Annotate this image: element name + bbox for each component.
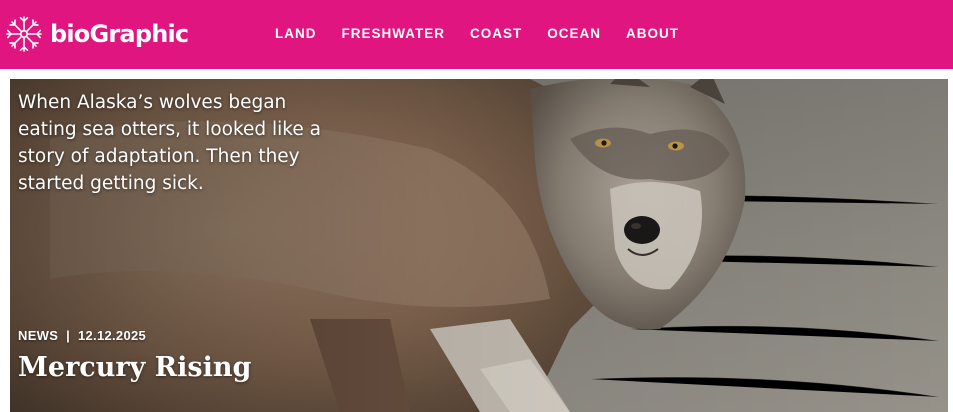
nav-link-about[interactable]: ABOUT	[626, 26, 679, 42]
nav-link-ocean[interactable]: OCEAN	[547, 26, 601, 42]
story-meta: NEWS | 12.12.2025	[18, 328, 146, 343]
site-logo[interactable]: bioGraphic	[4, 13, 189, 55]
nav-link-coast[interactable]: COAST	[470, 26, 522, 42]
story-date: 12.12.2025	[77, 328, 147, 343]
story-category[interactable]: NEWS	[18, 328, 58, 343]
story-dek: When Alaska’s wolves began eating sea ot…	[18, 92, 321, 194]
nav-link-freshwater[interactable]: FRESHWATER	[342, 26, 446, 42]
logo-wordmark: bioGraphic	[50, 20, 189, 48]
meta-separator: |	[66, 328, 71, 343]
starburst-logo-icon	[6, 16, 42, 52]
site-header: bioGraphic LAND FRESHWATER COAST OCEAN A…	[0, 0, 953, 69]
featured-story[interactable]: When Alaska’s wolves began eating sea ot…	[10, 79, 948, 412]
nav-link-land[interactable]: LAND	[275, 26, 317, 42]
main-nav: LAND FRESHWATER COAST OCEAN ABOUT	[275, 26, 704, 42]
story-title[interactable]: Mercury Rising	[18, 350, 251, 386]
